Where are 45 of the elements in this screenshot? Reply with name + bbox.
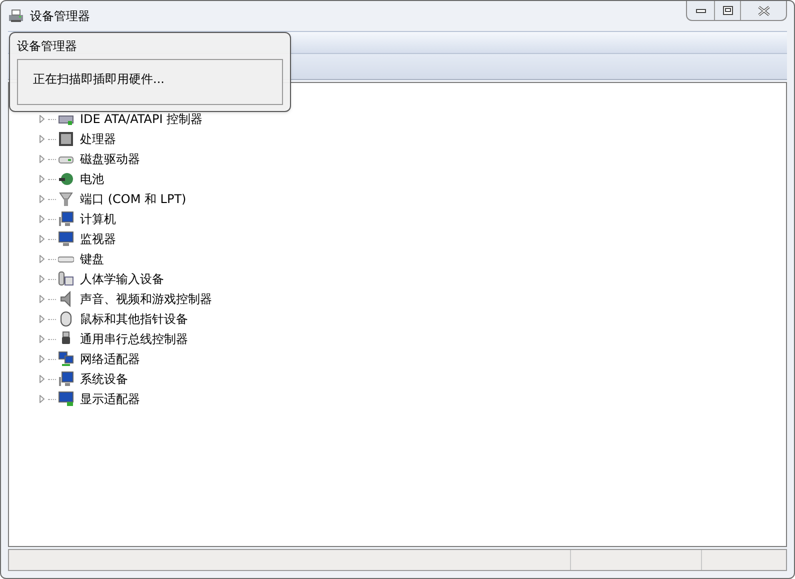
expand-arrow-icon[interactable] [38,255,46,263]
expand-arrow-icon[interactable] [38,335,46,343]
computer-icon [58,211,74,227]
maximize-icon [722,6,732,15]
tree-item[interactable]: 系统设备 [80,370,128,388]
minimize-icon [696,8,706,12]
battery-icon [58,171,74,187]
expand-arrow-icon[interactable] [38,215,46,223]
tree-item[interactable]: 网络适配器 [80,350,140,368]
tree-item[interactable]: 人体学输入设备 [80,270,164,288]
monitor-icon [58,231,74,247]
tree-item[interactable]: 监视器 [80,230,116,248]
expand-arrow-icon[interactable] [38,195,46,203]
status-message: 正在扫描即插即用硬件... [33,72,164,86]
monitor-icon [58,391,74,407]
expand-arrow-icon[interactable] [38,375,46,383]
window-title: 设备管理器 [30,8,90,25]
expand-arrow-icon[interactable] [38,115,46,123]
tree-item[interactable]: IDE ATA/ATAPI 控制器 [80,110,203,128]
tree-item[interactable]: 端口 (COM 和 LPT) [80,190,186,208]
tree-item[interactable]: 磁盘驱动器 [80,150,140,168]
expand-arrow-icon[interactable] [38,175,46,183]
tree-item[interactable]: 键盘 [80,250,104,268]
expand-arrow-icon[interactable] [38,355,46,363]
tree-item[interactable]: 通用串行总线控制器 [80,330,188,348]
tree-item[interactable]: 声音、视频和游戏控制器 [80,290,212,308]
expand-arrow-icon[interactable] [38,315,46,323]
expand-arrow-icon[interactable] [38,275,46,283]
tree-item[interactable]: 计算机 [80,210,116,228]
tree-item[interactable]: 电池 [80,170,104,188]
tree-item[interactable]: 显示适配器 [80,390,140,408]
network-icon [58,351,74,367]
expand-arrow-icon[interactable] [38,235,46,243]
expand-arrow-icon[interactable] [38,135,46,143]
tree-item[interactable]: 鼠标和其他指针设备 [80,310,188,328]
expand-arrow-icon[interactable] [38,395,46,403]
chip-icon [58,131,74,147]
mouse-icon [58,311,74,327]
expand-arrow-icon[interactable] [38,155,46,163]
close-icon [758,6,770,16]
dialog-title: 设备管理器 [17,38,78,55]
computer-icon [58,371,74,387]
tree-item[interactable]: 处理器 [80,130,116,148]
printer-icon [8,8,24,24]
expand-arrow-icon[interactable] [38,295,46,303]
